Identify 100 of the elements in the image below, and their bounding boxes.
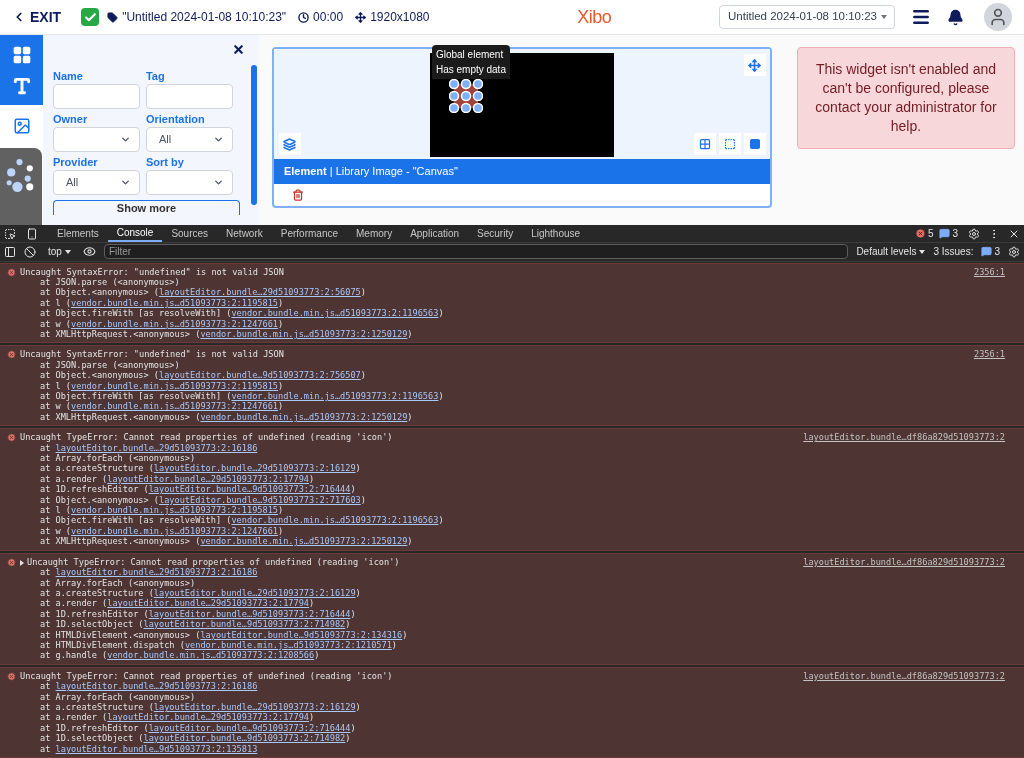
filter-field[interactable]: Filter (103, 244, 849, 260)
text-icon[interactable] (11, 75, 32, 96)
caret-icon (881, 15, 887, 19)
devtools-tab[interactable]: Memory (347, 225, 402, 242)
stack-frame-link[interactable]: layoutEditor.bundle…29d51093773:2:56075 (159, 287, 361, 298)
move-handle-icon[interactable] (743, 54, 766, 76)
source-link[interactable]: layoutEditor.bundle…df86a829d51093773:2 (803, 670, 1005, 682)
stack-frame: at XMLHttpRequest.<anonymous> (vendor.bundle.min.js…d51093773:2:1250129) (20, 411, 1017, 423)
avatar[interactable] (984, 3, 1012, 31)
context-select[interactable]: top (44, 244, 75, 260)
eye-icon[interactable] (82, 245, 96, 259)
stack-frame-link[interactable]: layoutEditor.bundle…9d51093773:2:716444 (148, 608, 351, 619)
stack-frame-link[interactable]: vendor.bundle.min.js…d51093773:2:1208566 (107, 650, 315, 661)
devtools-tab[interactable]: Sources (162, 225, 218, 242)
inspect-icon[interactable] (4, 227, 16, 240)
expand-triangle-icon[interactable] (20, 559, 24, 566)
stack-frame-link[interactable]: layoutEditor.bundle…29d51093773:2:17794 (107, 598, 310, 609)
stack-frame-link[interactable]: vendor.bundle.min.js…d51093773:2:1196563 (231, 308, 439, 319)
square-icon[interactable] (743, 133, 766, 155)
show-more-button[interactable]: Show more (53, 200, 240, 215)
warning-alert: This widget isn't enabled and can't be configured, please contact your administrator for help. (796, 47, 1015, 149)
stack-frame-link[interactable]: vendor.bundle.min.js…d51093773:2:1247661 (71, 318, 278, 329)
stack-frame: at layoutEditor.bundle…9d51093773:2:135813 (20, 743, 1017, 754)
source-link[interactable]: 2356:1 (973, 349, 1005, 360)
stack-frame-link[interactable]: vendor.bundle.min.js…d51093773:2:1195815 (71, 505, 278, 516)
image-icon[interactable] (12, 117, 31, 135)
stack-frame-link[interactable]: layoutEditor.bundle…29d51093773:2:16129 (153, 463, 356, 474)
settings-icon[interactable] (968, 227, 980, 240)
stack-frame-link[interactable]: layoutEditor.bundle…29d51093773:2:16186 (55, 442, 258, 453)
stack-frame-link[interactable]: vendor.bundle.min.js…d51093773:2:1196563 (231, 391, 439, 401)
stack-frame-link[interactable]: layoutEditor.bundle…9d51093773:2:134316 (200, 629, 403, 640)
source-link[interactable]: layoutEditor.bundle…df86a829d51093773:2 (803, 432, 1005, 443)
devtools-tab[interactable]: Performance (271, 225, 347, 242)
stack-frame-link[interactable]: layoutEditor.bundle…29d51093773:2:16129 (153, 587, 356, 598)
stack-frame-link[interactable]: layoutEditor.bundle…29d51093773:2:17794 (107, 712, 310, 723)
stack-frame-link[interactable]: vendor.bundle.min.js…d51093773:2:1210571 (184, 639, 392, 650)
stack-frame-link[interactable]: vendor.bundle.min.js…d51093773:2:1250129 (200, 328, 408, 339)
layout-name: "Untitled 2024-01-08 10:10:23" (122, 9, 287, 26)
stack-frame: at 1D.selectObject (layoutEditor.bundle…9d51093773:2:714982) (20, 619, 1017, 630)
trash-icon[interactable] (291, 189, 304, 201)
filter-input[interactable] (53, 84, 140, 109)
stack-frame-link[interactable]: layoutEditor.bundle…29d51093773:2:16186 (55, 681, 258, 692)
devtools-tab[interactable]: Security (468, 225, 523, 242)
stack-frame: at l (vendor.bundle.min.js…d51093773:2:1195815) (20, 297, 1017, 309)
scrollbar[interactable] (250, 65, 257, 205)
dashed-square-icon[interactable] (718, 133, 741, 155)
devtools-tab[interactable]: Network (217, 225, 272, 242)
stack-frame-link[interactable]: vendor.bundle.min.js…d51093773:2:1195815 (71, 297, 278, 308)
clear-icon[interactable] (24, 245, 36, 258)
exit-button[interactable]: EXIT (12, 6, 62, 28)
filter-select[interactable]: All (145, 127, 233, 152)
levels-select[interactable]: Default levels (856, 244, 926, 260)
source-link[interactable]: 2356:1 (973, 266, 1005, 277)
stack-frame-link[interactable]: layoutEditor.bundle…29d51093773:2:16129 (153, 701, 356, 712)
message-count: 3 (952, 227, 958, 241)
stack-frame-link[interactable]: vendor.bundle.min.js…d51093773:2:1250129 (200, 536, 408, 547)
filter-label: Sort by (145, 155, 185, 170)
stack-frame-link[interactable]: vendor.bundle.min.js…d51093773:2:1195815 (71, 380, 278, 391)
filter-select[interactable]: All (53, 170, 140, 195)
error-icon (7, 350, 16, 360)
stack-frame-link[interactable]: layoutEditor.bundle…9d51093773:2:717603 (159, 494, 361, 505)
filter-label: Owner (53, 112, 89, 127)
sidebar-icon[interactable] (4, 245, 16, 258)
stack-frame-link[interactable]: layoutEditor.bundle…29d51093773:2:16186 (55, 567, 258, 578)
devtools-tab[interactable]: Elements (48, 225, 108, 242)
layout-select[interactable]: Untitled 2024-01-08 10:10:23 (719, 5, 895, 29)
stack-frame-link[interactable]: layoutEditor.bundle…9d51093773:2:714982 (143, 619, 346, 630)
logo: Xibo (577, 5, 612, 29)
stack-frame-link[interactable]: layoutEditor.bundle…9d51093773:2:716444 (148, 484, 351, 495)
stack-frame-link[interactable]: layoutEditor.bundle…9d51093773:2:716444 (148, 722, 351, 733)
stack-frame: at w (vendor.bundle.min.js…d51093773:2:1247661) (20, 525, 1017, 537)
element-bar: Element | Library Image - "Canvas" (273, 159, 770, 184)
devtools-tab[interactable]: Lighthouse (522, 225, 590, 242)
devtools-tab[interactable]: Console (107, 225, 163, 242)
source-link[interactable]: layoutEditor.bundle…df86a829d51093773:2 (803, 556, 1005, 568)
stack-frame-link[interactable]: vendor.bundle.min.js…d51093773:2:1250129 (200, 411, 408, 422)
stack-frame-link[interactable]: vendor.bundle.min.js…d51093773:2:1247661 (71, 525, 278, 536)
devtools-tab[interactable]: Application (401, 225, 469, 242)
stack-frame: at JSON.parse (<anonymous>) (20, 276, 1017, 288)
bell-icon[interactable] (947, 8, 964, 26)
stack-frame: at Object.<anonymous> (layoutEditor.bundle…9d51093773:2:717603) (20, 494, 1017, 506)
console-settings-icon[interactable] (1008, 245, 1020, 258)
stack-frame-link[interactable]: layoutEditor.bundle…29d51093773:2:17794 (107, 473, 310, 484)
layers-icon[interactable] (278, 133, 301, 155)
message-icon (939, 228, 951, 239)
stack-frame-link[interactable]: layoutEditor.bundle…9d51093773:2:714982 (143, 733, 346, 744)
grid-view-icon[interactable] (693, 133, 716, 155)
error-message: Uncaught TypeError: Cannot read properties of undefined (reading 'icon') (20, 432, 393, 443)
stack-frame-link[interactable]: vendor.bundle.min.js…d51093773:2:1196563 (231, 515, 439, 526)
device-icon[interactable] (26, 227, 38, 240)
menu-icon[interactable] (911, 7, 931, 27)
close-icon[interactable] (231, 43, 245, 56)
grid-icon[interactable] (11, 44, 32, 65)
stack-frame-link[interactable]: layoutEditor.bundle…9d51093773:2:756507 (159, 370, 361, 381)
stack-frame: at Object.fireWith [as resolveWith] (vendor.bundle.min.js…d51093773:2:1196563) (20, 391, 1017, 402)
stack-frame-link[interactable]: vendor.bundle.min.js…d51093773:2:1247661 (71, 401, 278, 412)
stack-frame: at 1D.selectObject (layoutEditor.bundle…9d51093773:2:714982) (20, 733, 1017, 744)
filter-input[interactable] (145, 84, 233, 109)
stack-frame-link[interactable]: layoutEditor.bundle…9d51093773:2:135813 (55, 743, 258, 754)
stack-frame: at Array.forEach (<anonymous>) (20, 453, 1017, 464)
